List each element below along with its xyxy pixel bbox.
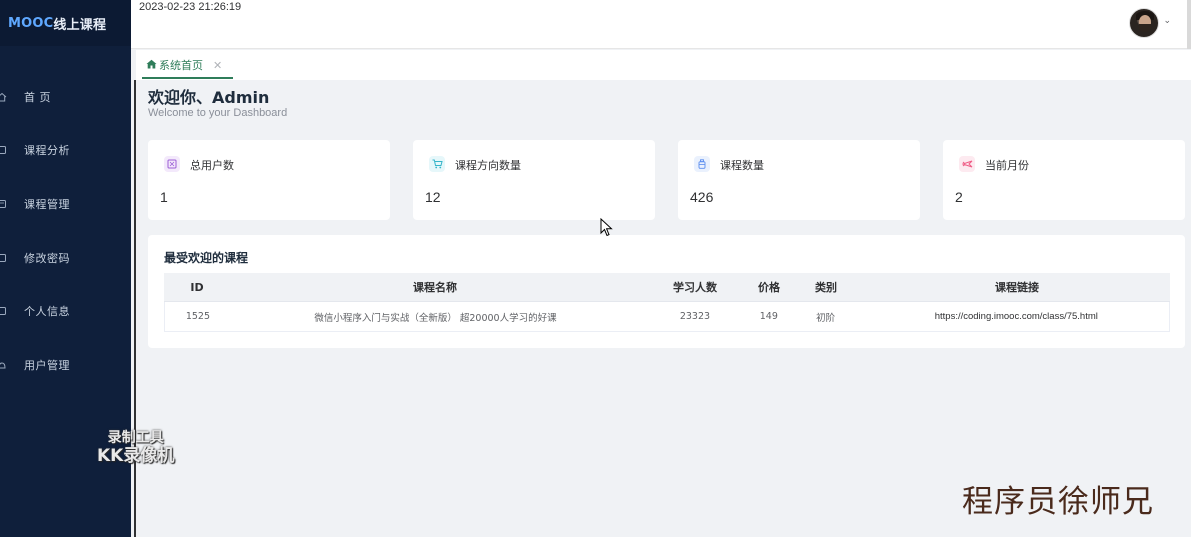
table-header: ID 课程名称 学习人数 价格 类别 课程链接 (164, 273, 1170, 302)
column-header-id[interactable]: ID (164, 281, 230, 294)
plane-icon (959, 156, 975, 172)
stat-title: 课程方向数量 (455, 159, 521, 172)
sidebar-item-change-password[interactable]: 修改密码 (0, 231, 131, 285)
sidebar-item-label: 课程分析 (24, 144, 70, 158)
course-icon (0, 199, 7, 209)
bottle-icon (694, 156, 710, 172)
avatar[interactable] (1129, 8, 1159, 38)
stat-value: 1 (160, 189, 168, 205)
watermark-line1: 录制工具 (107, 430, 164, 446)
cell-category: 初阶 (816, 312, 836, 324)
page-subtitle: Welcome to your Dashboard (148, 107, 288, 119)
cell-price: 149 (759, 311, 778, 322)
stat-title: 当前月份 (985, 159, 1029, 172)
cell-learners: 23323 (679, 311, 711, 322)
tab-label: 系统首页 (159, 59, 203, 72)
sidebar-item-course-analysis[interactable]: 课程分析 (0, 124, 131, 178)
scrollbar[interactable] (1187, 0, 1191, 49)
stat-value: 2 (955, 189, 963, 205)
main-content: 欢迎你、Admin Welcome to your Dashboard 总用户数… (136, 80, 1191, 537)
column-header-link[interactable]: 课程链接 (864, 279, 1170, 295)
lock-icon (0, 253, 7, 263)
sidebar-item-home[interactable]: 首 页 (0, 70, 131, 124)
mouse-cursor-icon (600, 218, 613, 237)
sidebar-item-course-management[interactable]: 课程管理 (0, 177, 131, 231)
cell-id: 1525 (185, 311, 211, 322)
brand-part2: 线上课程 (53, 17, 107, 33)
sidebar-item-label: 首 页 (24, 90, 51, 104)
brand-logo: MOOC 线上课程 (0, 0, 131, 46)
stat-value: 12 (425, 189, 441, 205)
stat-card-current-month: 当前月份 2 (943, 140, 1185, 220)
tab-system-home[interactable]: 系统首页 ✕ (142, 53, 233, 79)
author-watermark: 程序员徐师兄 (962, 484, 1154, 520)
sidebar-item-user-management[interactable]: 用户管理 (0, 338, 131, 392)
column-header-learners[interactable]: 学习人数 (640, 279, 750, 295)
sidebar-item-label: 修改密码 (24, 251, 70, 265)
cart-icon (429, 156, 445, 172)
welcome-block: 欢迎你、Admin Welcome to your Dashboard (148, 88, 287, 119)
brand-part1: MOOC (8, 15, 54, 31)
sidebar-item-personal-info[interactable]: 个人信息 (0, 284, 131, 338)
cell-name: 微信小程序入门与实战（全新版） 超20000人学习的好课 (314, 312, 557, 324)
sidebar-item-label: 用户管理 (24, 358, 70, 372)
stat-value: 426 (690, 189, 714, 205)
recorder-watermark: 录制工具 KK录像机 (97, 430, 174, 466)
home-icon (146, 59, 157, 72)
tabs-bar: 系统首页 ✕ (136, 50, 1191, 80)
sidebar-menu: 首 页 课程分析 课程管理 修改密码 个人信息 用户管理 (0, 70, 131, 392)
sidebar-item-label: 个人信息 (24, 305, 70, 319)
popular-courses-panel: 最受欢迎的课程 ID 课程名称 学习人数 价格 类别 课程链接 1525 微信小… (148, 235, 1185, 348)
user-icon (0, 306, 7, 316)
cell-link[interactable]: https://coding.imooc.com/class/75.html (864, 311, 1169, 322)
home-icon (0, 92, 7, 102)
stat-title: 课程数量 (720, 159, 764, 172)
close-icon[interactable]: ✕ (213, 59, 222, 72)
watermark-line2: KK录像机 (97, 446, 175, 466)
table-row[interactable]: 1525 微信小程序入门与实战（全新版） 超20000人学习的好课 23323 … (164, 302, 1170, 332)
column-header-price[interactable]: 价格 (750, 279, 788, 295)
stat-card-direction-count: 课程方向数量 12 (413, 140, 655, 220)
popular-courses-table: ID 课程名称 学习人数 价格 类别 课程链接 1525 微信小程序入门与实战（… (164, 273, 1170, 332)
column-header-category[interactable]: 类别 (788, 279, 864, 295)
top-header: 2023-02-23 21:26:19 ⌄ (131, 0, 1191, 49)
datetime-display: 2023-02-23 21:26:19 (139, 1, 242, 13)
column-header-name[interactable]: 课程名称 (230, 279, 640, 295)
panel-title: 最受欢迎的课程 (164, 251, 249, 265)
sidebar-item-label: 课程管理 (24, 197, 70, 211)
users-icon (0, 360, 7, 370)
page-title: 欢迎你、Admin (148, 88, 270, 107)
chart-icon (0, 145, 7, 155)
chevron-down-icon[interactable]: ⌄ (1163, 16, 1171, 26)
users-icon (164, 156, 180, 172)
avatar-beard (1139, 24, 1151, 32)
stat-title: 总用户数 (190, 159, 234, 172)
stat-card-total-users: 总用户数 1 (148, 140, 390, 220)
stat-card-course-count: 课程数量 426 (678, 140, 920, 220)
